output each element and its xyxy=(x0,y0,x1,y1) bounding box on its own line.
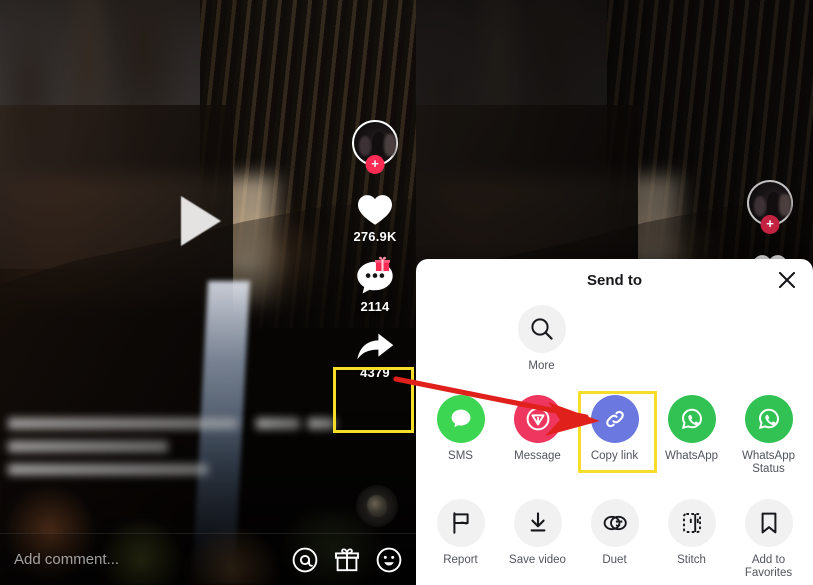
spinning-record-icon[interactable] xyxy=(356,485,398,527)
stitch-label: Stitch xyxy=(677,554,706,566)
more-circle xyxy=(517,305,566,353)
more-label: More xyxy=(528,360,555,372)
whatsapp-icon xyxy=(681,408,702,429)
action-save-video[interactable]: Save video xyxy=(499,499,576,580)
share-option-whatsapp-status[interactable]: WhatsApp Status xyxy=(730,395,807,476)
action-report[interactable]: Report xyxy=(422,499,499,580)
action-duet[interactable]: Duet xyxy=(576,499,653,580)
action-rail: + 276.9K 2114 4379 xyxy=(344,120,406,380)
like-button[interactable]: 276.9K xyxy=(344,192,406,244)
follow-plus-icon[interactable]: + xyxy=(760,215,780,234)
duet-circle xyxy=(590,499,639,547)
report-label: Report xyxy=(443,554,478,566)
comment-count: 2114 xyxy=(360,299,390,314)
play-icon[interactable] xyxy=(181,196,221,246)
highlight-box-share-button xyxy=(333,367,414,433)
mention-icon[interactable] xyxy=(292,547,318,573)
follow-plus-icon[interactable]: + xyxy=(365,155,385,174)
share-sheet-title: Send to xyxy=(587,271,642,289)
favorites-label: Add to Favorites xyxy=(744,554,793,579)
profile-avatar-button[interactable]: + xyxy=(739,180,801,234)
right-video-panel[interactable]: + Send to More SMS Message Copy link Wha… xyxy=(416,0,813,585)
save-video-circle xyxy=(513,499,562,547)
comment-button[interactable]: 2114 xyxy=(344,256,406,314)
gift-icon xyxy=(374,256,391,272)
emoji-icon[interactable] xyxy=(376,547,402,573)
share-arrow-icon xyxy=(357,333,394,360)
highlight-box-copy-link xyxy=(578,391,657,473)
stitch-frame-icon xyxy=(682,513,701,533)
save-video-label: Save video xyxy=(509,554,566,566)
whatsapp-circle xyxy=(667,395,716,443)
duet-label: Duet xyxy=(602,554,627,566)
favorites-circle xyxy=(744,499,793,547)
message-circle xyxy=(513,395,562,443)
share-option-sms[interactable]: SMS xyxy=(422,395,499,476)
flag-icon xyxy=(452,512,469,534)
like-count: 276.9K xyxy=(353,229,397,244)
share-actions-row: Report Save video Duet Stitch Add to Fav… xyxy=(416,499,813,580)
tiktok-dm-icon xyxy=(526,407,549,431)
sms-bubble-icon xyxy=(451,409,470,428)
action-stitch[interactable]: Stitch xyxy=(653,499,730,580)
heart-icon xyxy=(358,195,392,225)
more-row: More xyxy=(416,301,813,373)
more-button[interactable]: More xyxy=(502,305,581,373)
action-add-to-favorites[interactable]: Add to Favorites xyxy=(730,499,807,580)
video-caption-blurred xyxy=(8,418,336,487)
report-circle xyxy=(436,499,485,547)
sms-label: SMS xyxy=(448,450,473,462)
whatsapp-status-icon xyxy=(758,408,779,429)
download-icon xyxy=(530,512,545,532)
share-option-message[interactable]: Message xyxy=(499,395,576,476)
stitch-circle xyxy=(667,499,716,547)
duet-circles-icon xyxy=(603,515,627,531)
message-label: Message xyxy=(514,450,561,462)
profile-avatar-button[interactable]: + xyxy=(344,120,406,174)
add-comment-input[interactable]: Add comment... xyxy=(14,551,276,568)
search-icon xyxy=(530,318,553,340)
close-icon[interactable] xyxy=(777,270,797,290)
share-sheet-header: Send to xyxy=(416,259,813,301)
avatar-wrap[interactable]: + xyxy=(352,120,398,174)
share-option-whatsapp[interactable]: WhatsApp xyxy=(653,395,730,476)
whatsapp-label: WhatsApp xyxy=(664,450,719,462)
left-video-panel[interactable]: + 276.9K 2114 4379 Add comment... xyxy=(0,0,416,585)
comment-bar[interactable]: Add comment... xyxy=(0,533,416,585)
sms-circle xyxy=(436,395,485,443)
gift-icon[interactable] xyxy=(334,547,360,573)
whatsapp-status-label: WhatsApp Status xyxy=(741,450,796,475)
whatsapp-status-circle xyxy=(744,395,793,443)
bookmark-icon xyxy=(761,512,776,534)
avatar-wrap[interactable]: + xyxy=(747,180,793,234)
screenshot-root: + 276.9K 2114 4379 Add comment... + Send… xyxy=(0,0,813,585)
